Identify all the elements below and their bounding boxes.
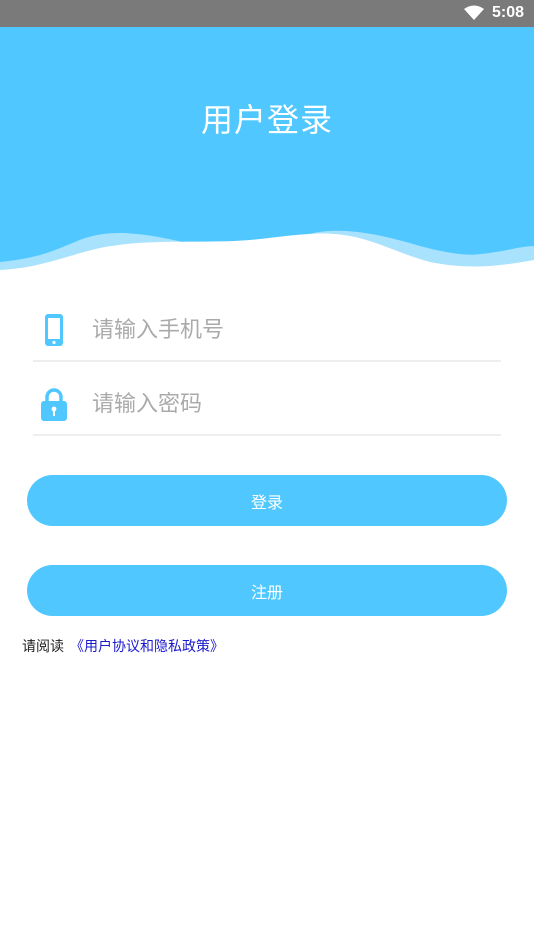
page-title: 用户登录 — [200, 101, 333, 139]
lock-icon — [41, 388, 67, 421]
agreement-row: 请阅读 《用户协议和隐私政策》 — [22, 636, 224, 656]
password-field — [33, 374, 501, 436]
phone-input[interactable] — [90, 310, 494, 350]
header-banner: 用户登录 — [0, 27, 534, 280]
wave-decoration — [0, 230, 534, 280]
password-input[interactable] — [90, 384, 494, 424]
wifi-icon — [464, 5, 484, 20]
status-time: 5:08 — [491, 4, 524, 21]
phone-field — [33, 300, 501, 362]
login-button[interactable]: 登录 — [27, 475, 507, 526]
phone-icon — [45, 314, 63, 346]
status-bar: 5:08 — [0, 0, 534, 27]
register-button[interactable]: 注册 — [27, 565, 507, 616]
privacy-policy-link[interactable]: 《用户协议和隐私政策》 — [70, 639, 224, 655]
agreement-prefix: 请阅读 — [22, 639, 64, 655]
